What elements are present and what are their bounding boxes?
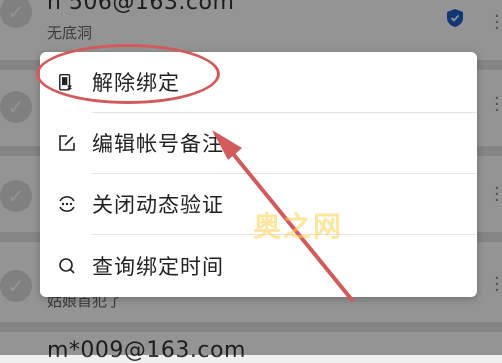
- annotation-arrow: [212, 130, 354, 302]
- watermark-text: 奥之网: [253, 210, 344, 243]
